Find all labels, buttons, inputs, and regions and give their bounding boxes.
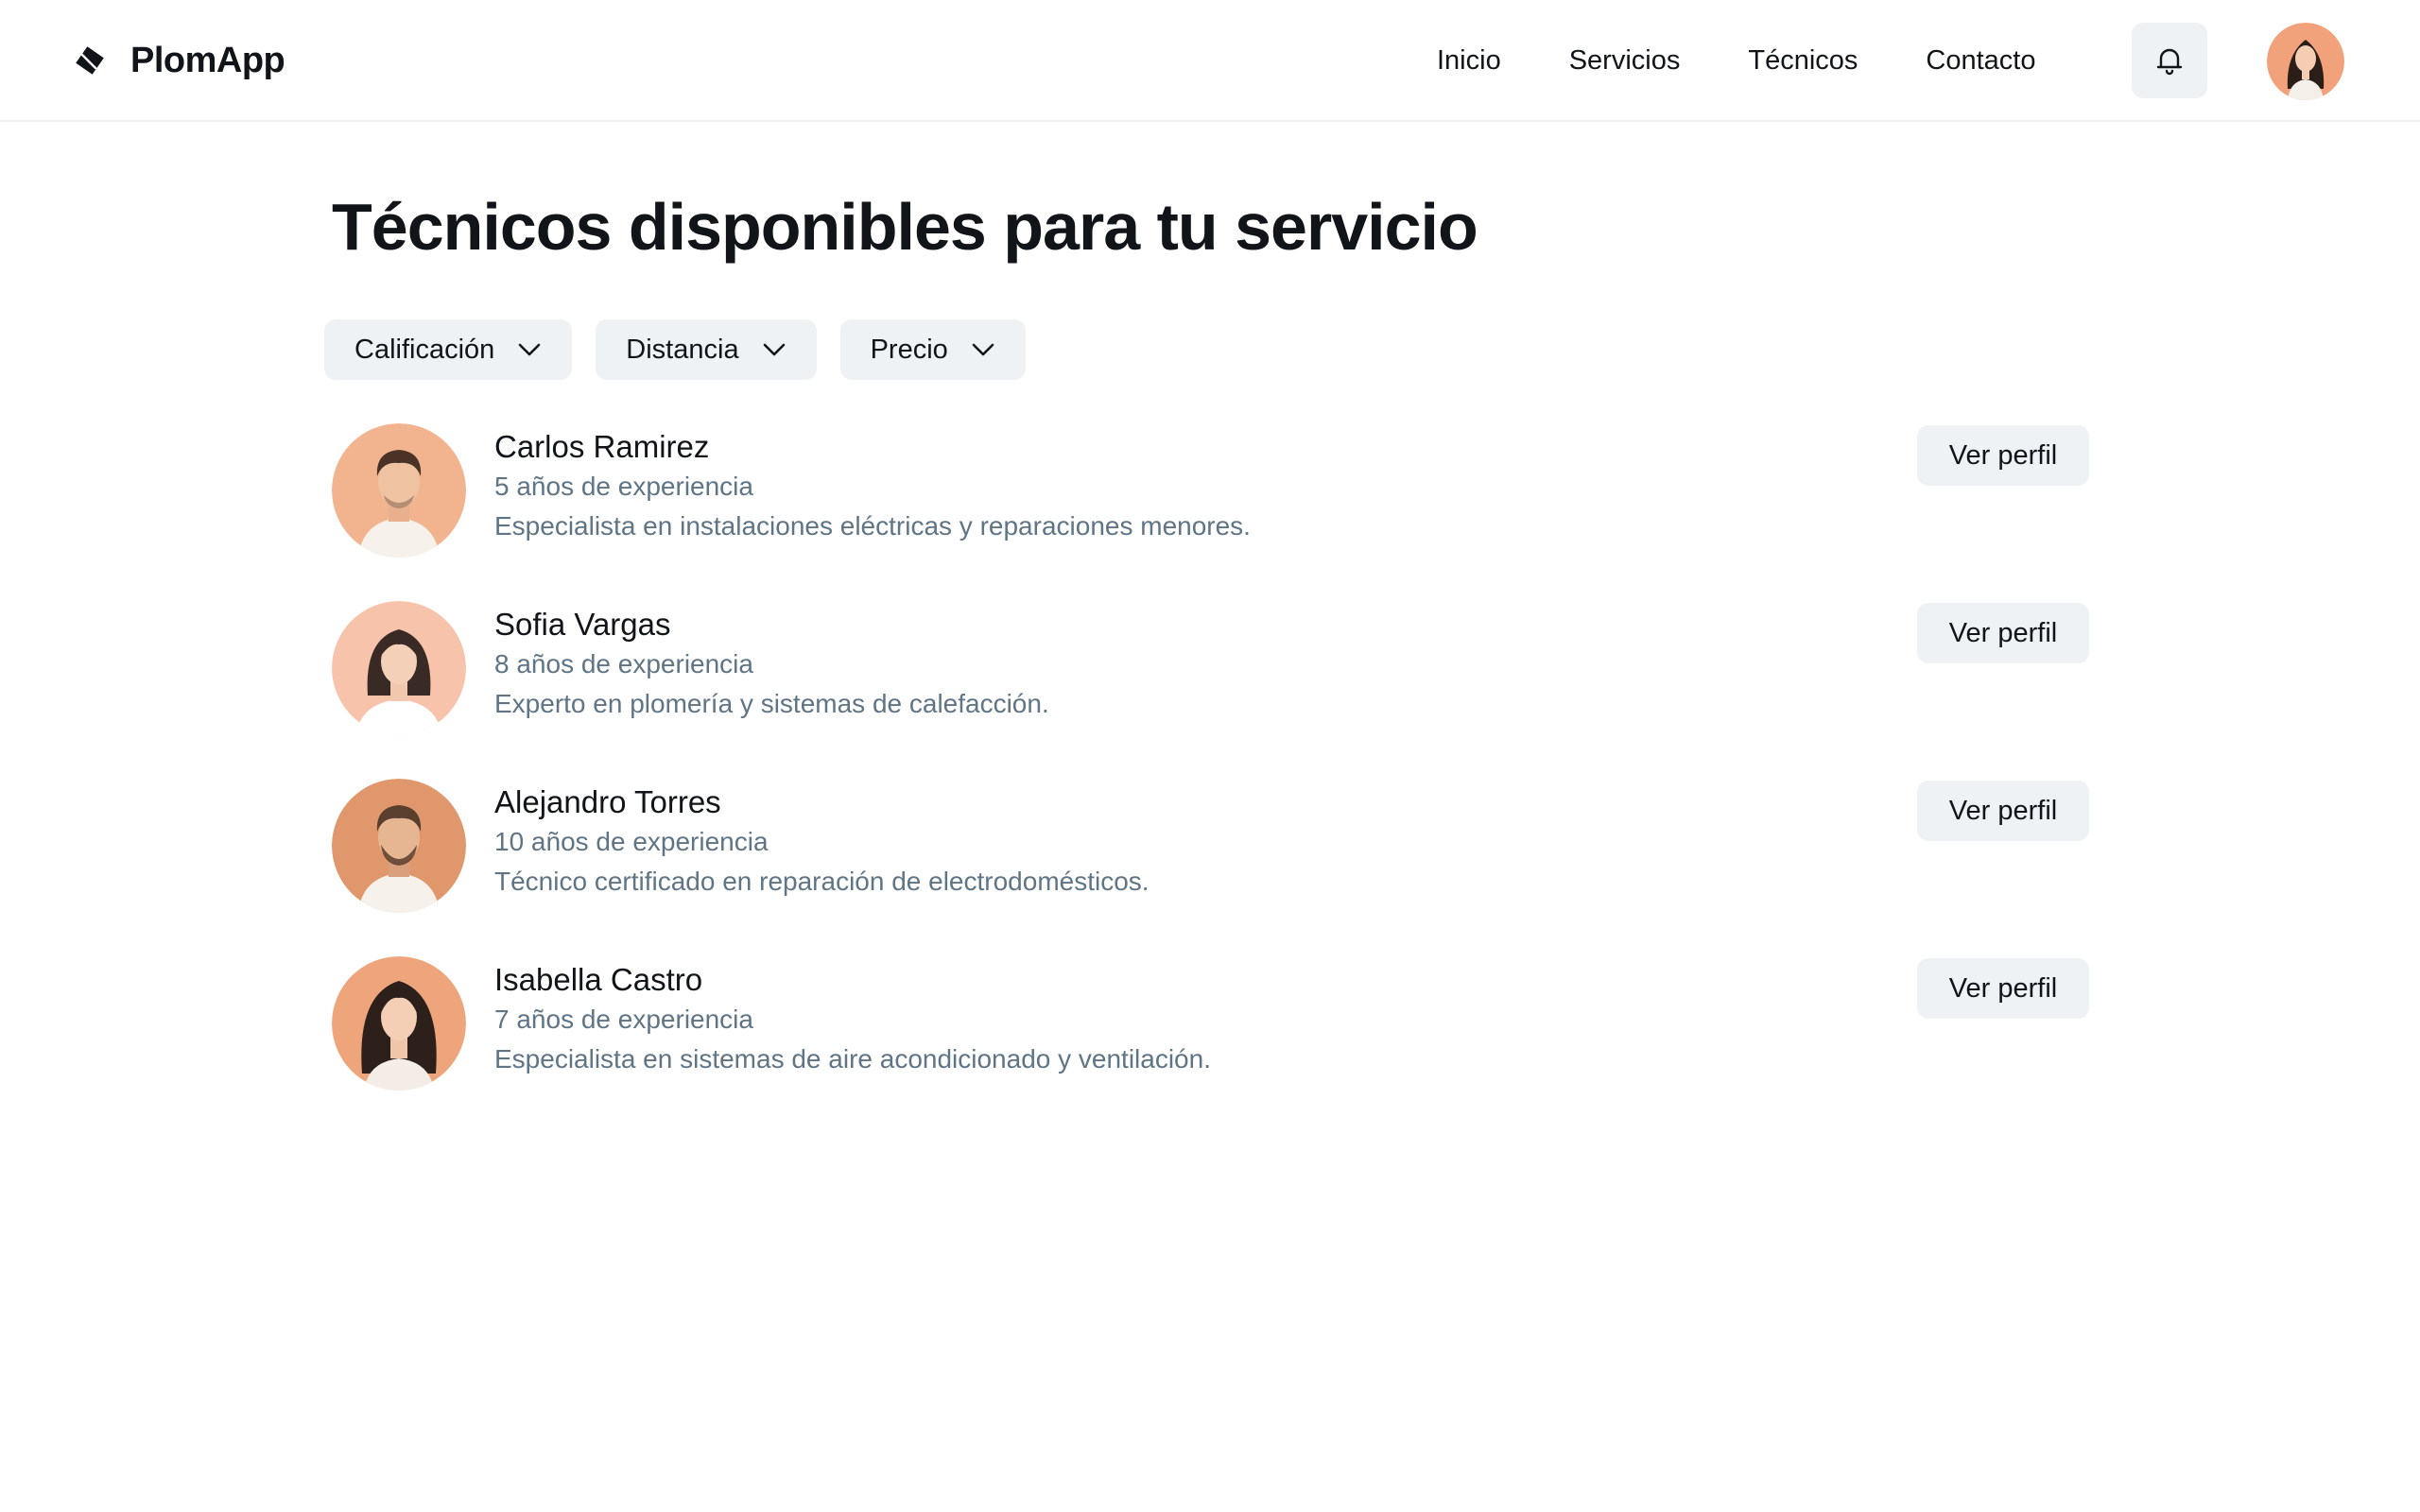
view-profile-button[interactable]: Ver perfil xyxy=(1917,603,2089,663)
bell-icon xyxy=(2156,48,2183,76)
user-avatar-image xyxy=(2267,23,2344,100)
technician-info: Carlos Ramirez 5 años de experiencia Esp… xyxy=(494,427,1251,546)
filter-label: Distancia xyxy=(626,334,739,365)
filter-label: Precio xyxy=(870,334,948,365)
technician-name: Alejandro Torres xyxy=(494,784,721,819)
technician-experience: 5 años de experiencia xyxy=(494,472,753,501)
chevron-down-icon xyxy=(763,343,785,356)
view-profile-button[interactable]: Ver perfil xyxy=(1917,425,2089,486)
nav-link-inicio[interactable]: Inicio xyxy=(1437,45,1501,77)
technician-description: Especialista en sistemas de aire acondic… xyxy=(494,1044,1211,1074)
filter-precio[interactable]: Precio xyxy=(839,319,1026,380)
page-title: Técnicos disponibles para tu servicio xyxy=(332,190,1478,264)
technician-list: Carlos Ramirez 5 años de experiencia Esp… xyxy=(332,423,2090,1134)
technician-description: Experto en plomería y sistemas de calefa… xyxy=(494,689,1049,718)
technician-avatar xyxy=(332,779,466,913)
list-item: Isabella Castro 7 años de experiencia Es… xyxy=(332,956,2090,1134)
filter-calificacion[interactable]: Calificación xyxy=(324,319,573,380)
technician-description: Técnico certificado en reparación de ele… xyxy=(494,867,1150,896)
technician-info: Sofia Vargas 8 años de experiencia Exper… xyxy=(494,605,1049,724)
technician-experience: 7 años de experiencia xyxy=(494,1005,753,1034)
technician-description: Especialista en instalaciones eléctricas… xyxy=(494,511,1251,541)
view-profile-button[interactable]: Ver perfil xyxy=(1917,781,2089,841)
main-nav: Inicio Servicios Técnicos Contacto xyxy=(1437,38,2035,83)
chevron-down-icon xyxy=(518,343,541,356)
technician-experience: 8 años de experiencia xyxy=(494,649,753,679)
list-item: Carlos Ramirez 5 años de experiencia Esp… xyxy=(332,423,2090,601)
technician-avatar xyxy=(332,601,466,735)
user-avatar[interactable] xyxy=(2267,23,2344,100)
filter-distancia[interactable]: Distancia xyxy=(596,319,817,380)
technician-avatar xyxy=(332,956,466,1091)
list-item: Sofia Vargas 8 años de experiencia Exper… xyxy=(332,601,2090,779)
technician-name: Carlos Ramirez xyxy=(494,429,710,464)
filter-label: Calificación xyxy=(354,334,495,365)
brand[interactable]: PlomApp xyxy=(74,34,285,87)
nav-link-contacto[interactable]: Contacto xyxy=(1926,45,2035,77)
diamond-logo-icon xyxy=(76,46,104,75)
technician-avatar xyxy=(332,423,466,558)
technician-info: Isabella Castro 7 años de experiencia Es… xyxy=(494,960,1211,1079)
chevron-down-icon xyxy=(972,343,994,356)
list-item: Alejandro Torres 10 años de experiencia … xyxy=(332,779,2090,956)
technician-experience: 10 años de experiencia xyxy=(494,827,769,856)
top-navigation-bar: PlomApp Inicio Servicios Técnicos Contac… xyxy=(0,0,2420,122)
nav-link-tecnicos[interactable]: Técnicos xyxy=(1748,45,1858,77)
technician-name: Isabella Castro xyxy=(494,962,703,997)
technician-info: Alejandro Torres 10 años de experiencia … xyxy=(494,782,1150,902)
notifications-button[interactable] xyxy=(2132,23,2207,98)
filter-bar: Calificación Distancia Precio xyxy=(324,319,1026,380)
nav-link-servicios[interactable]: Servicios xyxy=(1569,45,1681,77)
view-profile-button[interactable]: Ver perfil xyxy=(1917,958,2089,1019)
brand-name: PlomApp xyxy=(130,40,285,80)
technician-name: Sofia Vargas xyxy=(494,607,671,642)
